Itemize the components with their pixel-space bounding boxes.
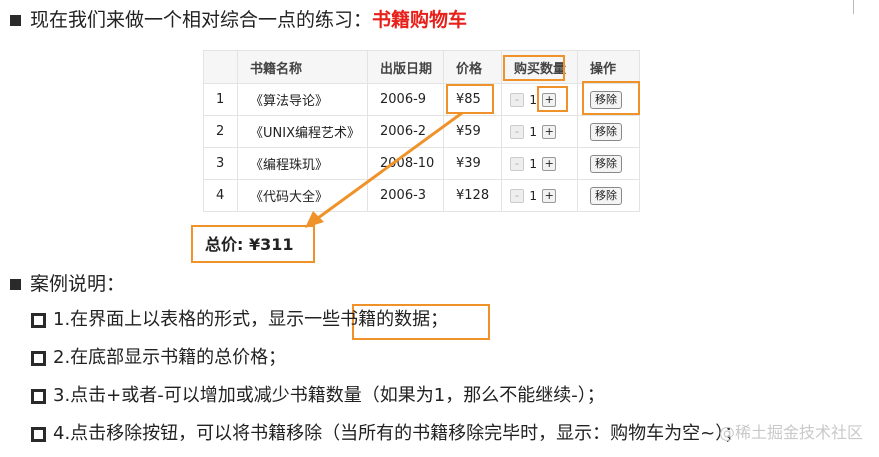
case-title: 案例说明： [30,273,126,295]
case-item-4: 4.点击移除按钮，可以将书籍移除（当所有的书籍移除完毕时，显示：购物车为空~）； [53,423,743,444]
watermark: @稀土掘金技术社区 [718,423,863,442]
hollow-square-icon [31,389,46,404]
hollow-square-icon [31,427,46,442]
hollow-square-icon [31,313,46,328]
total-price: 总价: ¥311 [191,225,315,263]
case-item-3: 3.点击+或者-可以增加或减少书籍数量（如果为1，那么不能继续-）； [53,385,605,406]
case-bullet [10,279,21,290]
case-item-1: 1.在界面上以表格的形式，显示一些书籍的数据； [53,309,449,330]
hollow-square-icon [31,351,46,366]
case-item-2: 2.在底部显示书籍的总价格； [53,347,287,368]
